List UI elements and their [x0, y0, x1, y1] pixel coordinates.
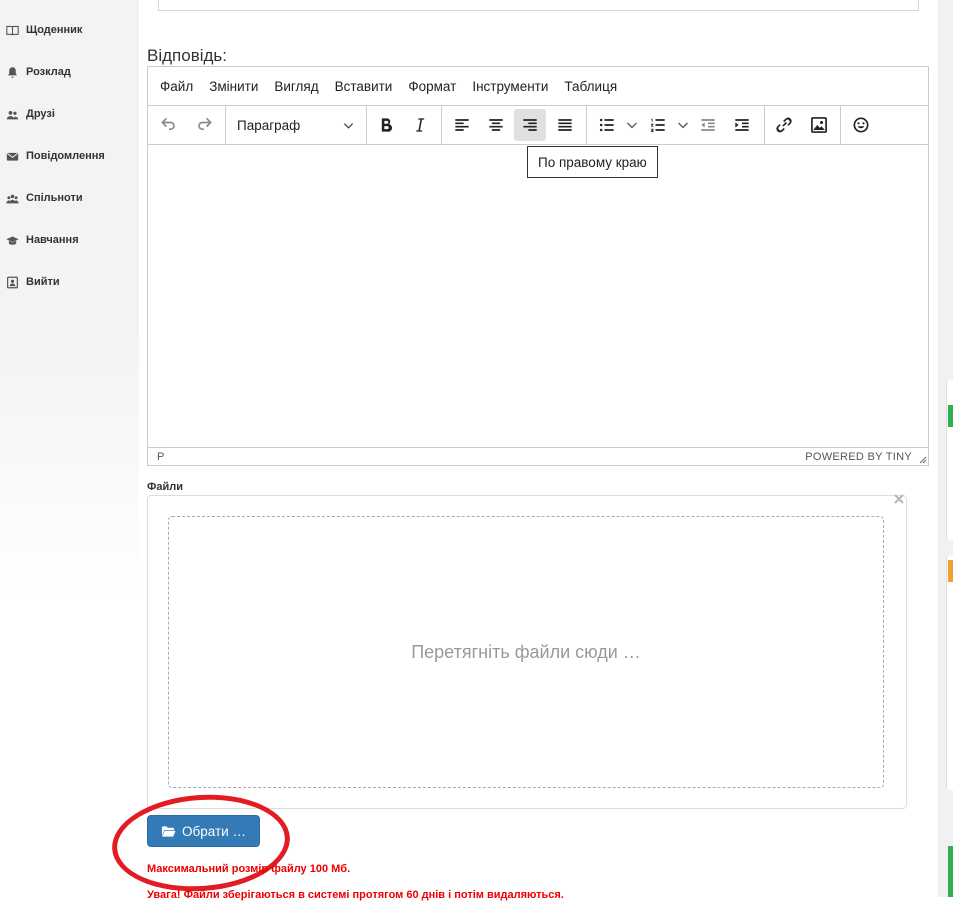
align-left-button[interactable]: [446, 109, 478, 141]
numbered-list-icon: [650, 118, 665, 133]
toolbar-separator: [366, 106, 367, 144]
menu-edit[interactable]: Змінити: [201, 79, 266, 94]
sidebar-item-schedule[interactable]: Розклад: [5, 63, 71, 81]
outdent-button[interactable]: [692, 109, 724, 141]
align-center-icon: [489, 119, 503, 131]
users-icon: [5, 107, 19, 121]
align-center-button[interactable]: [480, 109, 512, 141]
bold-button[interactable]: [370, 109, 402, 141]
envelope-icon: [5, 149, 19, 163]
graduation-cap-icon: [5, 233, 19, 247]
italic-icon: [416, 118, 425, 132]
align-justify-button[interactable]: [549, 109, 581, 141]
redo-icon: [198, 117, 212, 130]
indent-icon: [735, 119, 749, 131]
orange-card-stripe: [948, 560, 953, 582]
side-card-edge: [946, 555, 953, 790]
menu-view[interactable]: Вигляд: [266, 79, 326, 94]
community-icon: [5, 191, 19, 205]
green-card-stripe: [948, 846, 953, 897]
menu-file[interactable]: Файл: [152, 79, 201, 94]
sidebar-item-label: Друзі: [26, 108, 55, 120]
align-right-icon: [523, 119, 537, 131]
green-card-stripe: [948, 405, 953, 427]
image-button[interactable]: [803, 109, 835, 141]
rich-text-editor: Файл Змінити Вигляд Вставити Формат Інст…: [147, 66, 929, 466]
sidebar-item-diary[interactable]: Щоденник: [5, 21, 82, 39]
answer-label: Відповідь:: [147, 46, 228, 65]
menu-tools[interactable]: Інструменти: [464, 79, 556, 94]
bullet-list-icon: [599, 118, 614, 132]
image-icon: [811, 117, 827, 133]
bell-icon: [5, 65, 19, 79]
toolbar-separator: [840, 106, 841, 144]
align-right-tooltip: По правому краю: [527, 146, 658, 178]
italic-button[interactable]: [404, 109, 436, 141]
block-format-select[interactable]: Параграф: [228, 109, 362, 141]
block-format-value: Параграф: [237, 117, 301, 133]
editor-menubar: Файл Змінити Вигляд Вставити Формат Інст…: [148, 67, 928, 105]
menu-insert[interactable]: Вставити: [327, 79, 401, 94]
sidebar-item-label: Вийти: [26, 276, 60, 288]
numbered-list-button[interactable]: [642, 109, 674, 141]
smiley-icon: [853, 117, 869, 133]
resize-handle-icon[interactable]: [917, 454, 927, 464]
redo-button[interactable]: [188, 109, 220, 141]
align-right-button[interactable]: [514, 109, 546, 141]
editor-content-area[interactable]: [148, 145, 928, 447]
align-left-icon: [455, 119, 469, 131]
close-icon[interactable]: [892, 492, 906, 506]
chevron-down-icon[interactable]: [626, 119, 638, 131]
side-card-edge: [946, 380, 953, 540]
toolbar-separator: [441, 106, 442, 144]
files-label: Файли: [147, 481, 184, 493]
element-path[interactable]: P: [157, 451, 164, 463]
chevron-down-icon: [343, 122, 354, 129]
file-retention-warning: Увага! Файли зберігаються в системі прот…: [147, 889, 564, 901]
powered-by-tiny-link[interactable]: POWERED BY TINY: [805, 451, 912, 463]
book-icon: [5, 23, 19, 37]
undo-button[interactable]: [153, 109, 185, 141]
toolbar-separator: [225, 106, 226, 144]
outdent-icon: [701, 119, 715, 131]
bold-icon: [381, 118, 393, 132]
align-justify-icon: [558, 119, 572, 131]
menu-table[interactable]: Таблиця: [556, 79, 625, 94]
max-file-size-note: Максимальний розмір файлу 100 Мб.: [147, 863, 351, 875]
undo-icon: [161, 117, 175, 130]
sidebar-item-label: Навчання: [26, 234, 79, 246]
editor-statusbar: P POWERED BY TINY: [148, 447, 928, 465]
sidebar-item-logout[interactable]: Вийти: [5, 273, 60, 291]
indent-button[interactable]: [726, 109, 758, 141]
sidebar-item-label: Спільноти: [26, 192, 83, 204]
link-icon: [776, 117, 792, 133]
file-upload-panel: Перетягніть файли сюди …: [147, 492, 907, 809]
bullet-list-button[interactable]: [591, 109, 623, 141]
sidebar-item-label: Щоденник: [26, 24, 83, 36]
menu-format[interactable]: Формат: [400, 79, 464, 94]
chevron-down-icon[interactable]: [677, 119, 689, 131]
previous-content-box: [158, 0, 919, 11]
sidebar-item-friends[interactable]: Друзі: [5, 105, 55, 123]
link-button[interactable]: [768, 109, 800, 141]
editor-toolbar: Параграф: [148, 105, 928, 145]
file-dropzone[interactable]: Перетягніть файли сюди …: [168, 516, 884, 788]
sidebar-item-label: Повідомлення: [26, 150, 105, 162]
sidebar: Щоденник Розклад Друзі Повідомлення Спіл…: [0, 0, 139, 600]
dropzone-text: Перетягніть файли сюди …: [411, 641, 641, 662]
logout-icon: [5, 275, 19, 289]
sidebar-item-messages[interactable]: Повідомлення: [5, 147, 105, 165]
toolbar-separator: [586, 106, 587, 144]
emoticons-button[interactable]: [845, 109, 877, 141]
sidebar-item-communities[interactable]: Спільноти: [5, 189, 83, 207]
toolbar-separator: [764, 106, 765, 144]
sidebar-item-learning[interactable]: Навчання: [5, 231, 79, 249]
sidebar-item-label: Розклад: [26, 66, 71, 78]
